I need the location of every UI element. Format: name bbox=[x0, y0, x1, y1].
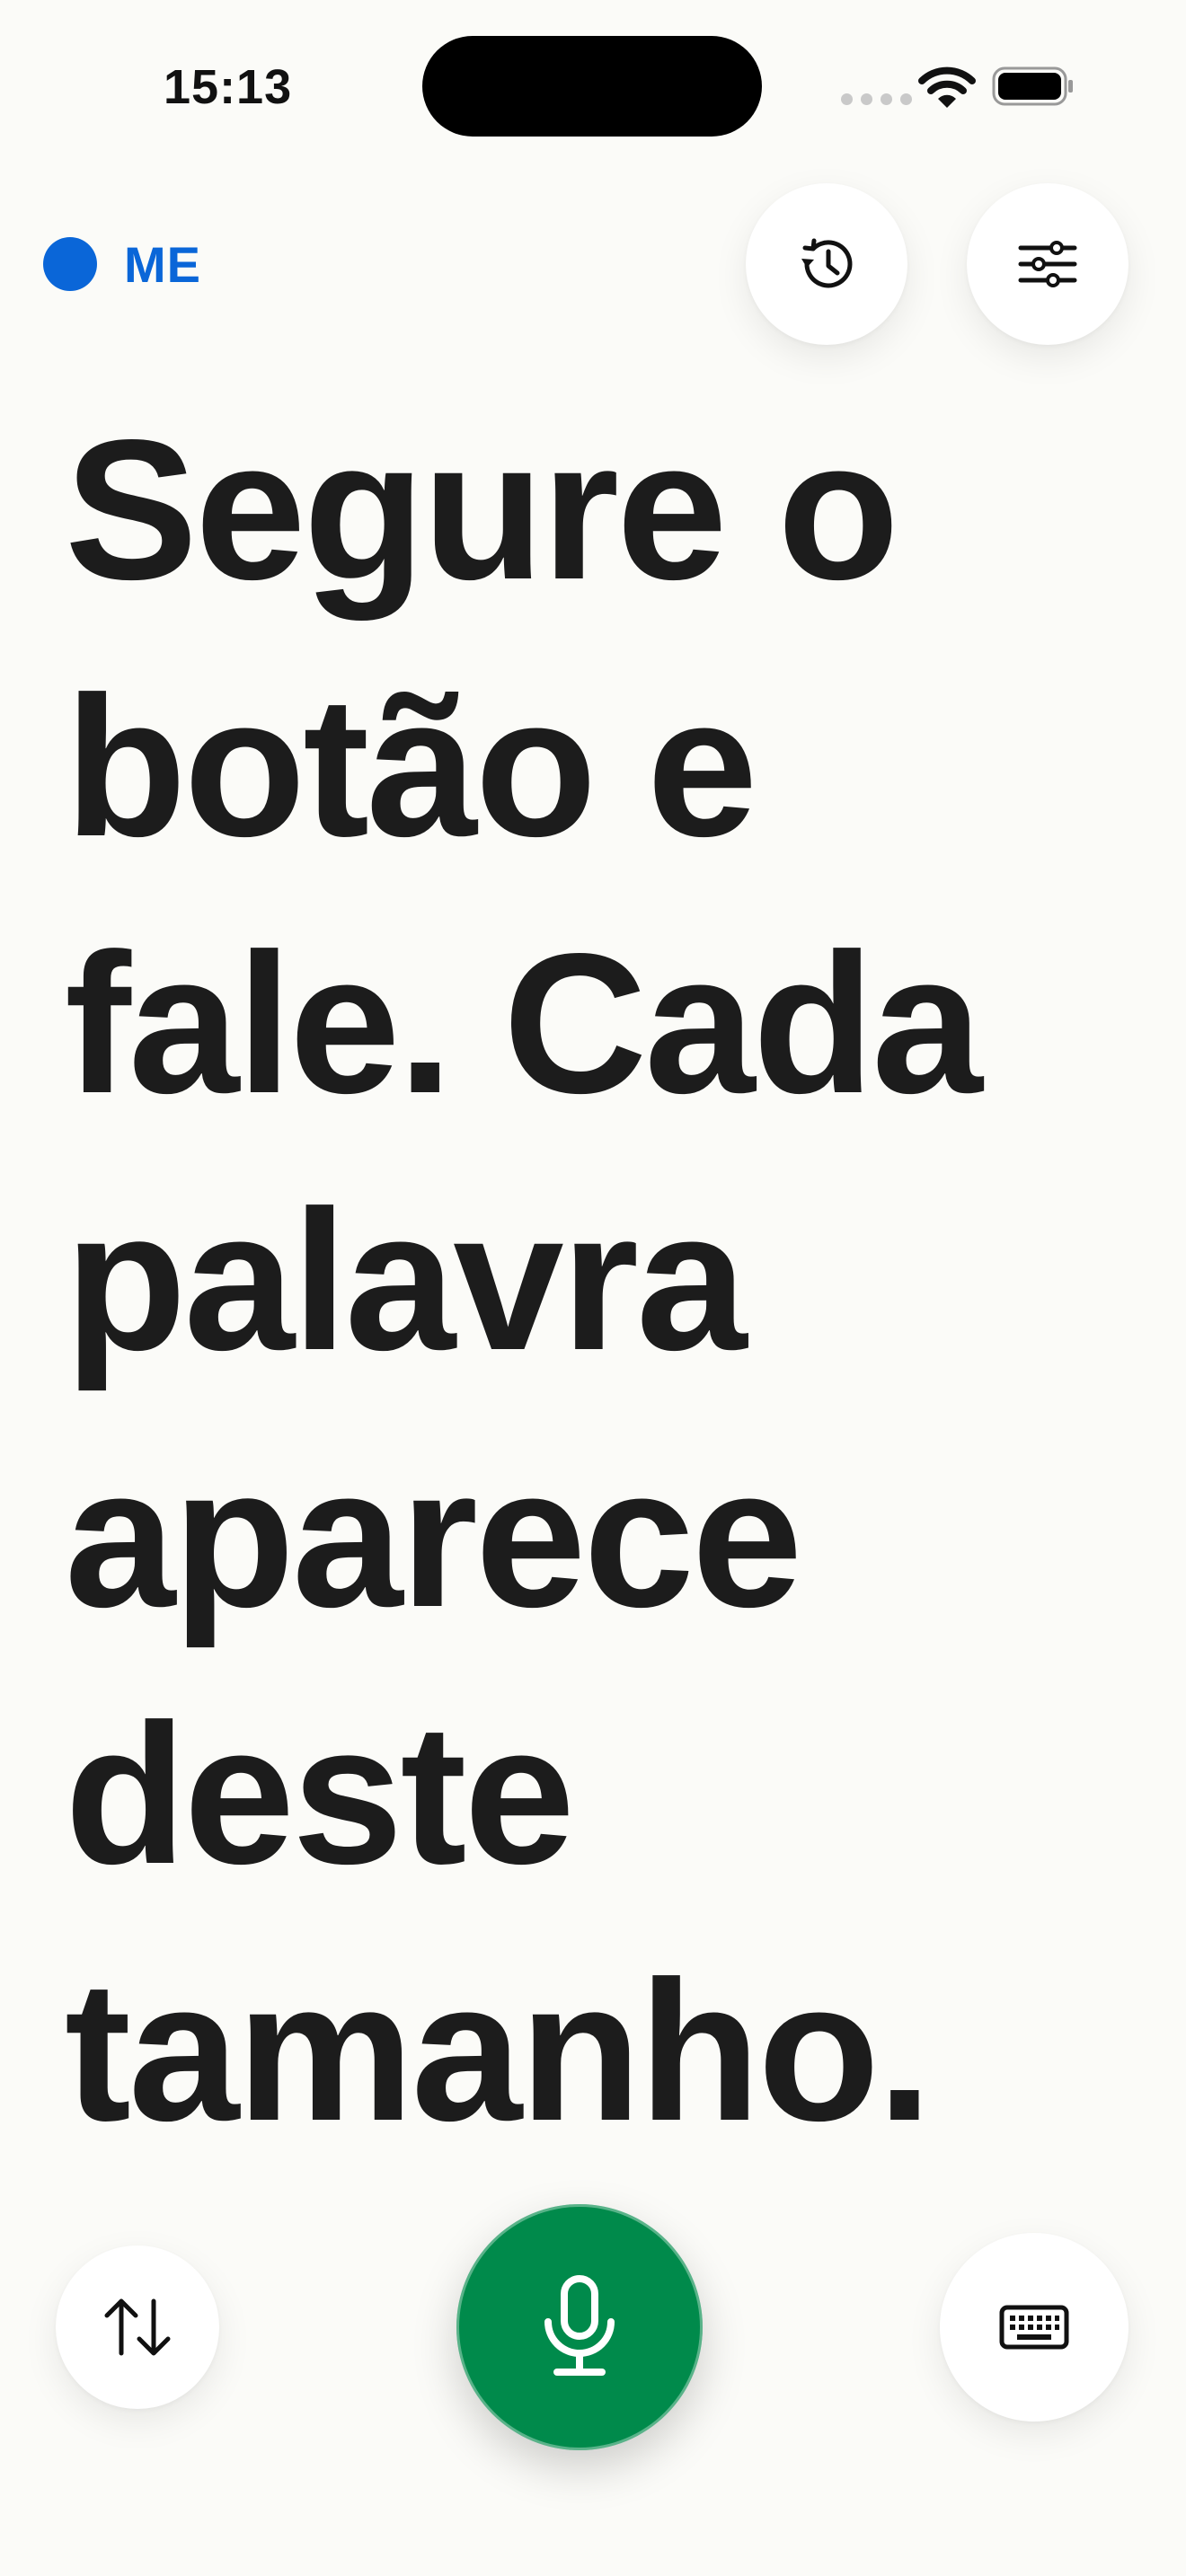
sliders-icon bbox=[1018, 241, 1077, 287]
swap-languages-button[interactable] bbox=[56, 2245, 219, 2409]
keyboard-button[interactable] bbox=[940, 2233, 1128, 2422]
wifi-icon bbox=[918, 66, 976, 108]
history-button[interactable] bbox=[746, 183, 907, 345]
settings-button[interactable] bbox=[967, 183, 1128, 345]
microphone-icon bbox=[544, 2275, 615, 2376]
transcript-text: Segure o botão e fale. Cada palavra apar… bbox=[65, 399, 983, 2163]
speaker-label: ME bbox=[124, 236, 201, 293]
keyboard-icon bbox=[999, 2305, 1069, 2350]
cellular-signal-icon bbox=[841, 93, 912, 105]
microphone-button[interactable] bbox=[456, 2204, 703, 2450]
battery-icon bbox=[992, 66, 1073, 106]
speaker-indicator-dot bbox=[43, 237, 97, 291]
history-clock-icon bbox=[801, 238, 853, 288]
swap-arrows-icon bbox=[104, 2298, 171, 2356]
dynamic-island bbox=[422, 36, 762, 137]
status-time: 15:13 bbox=[164, 60, 293, 114]
